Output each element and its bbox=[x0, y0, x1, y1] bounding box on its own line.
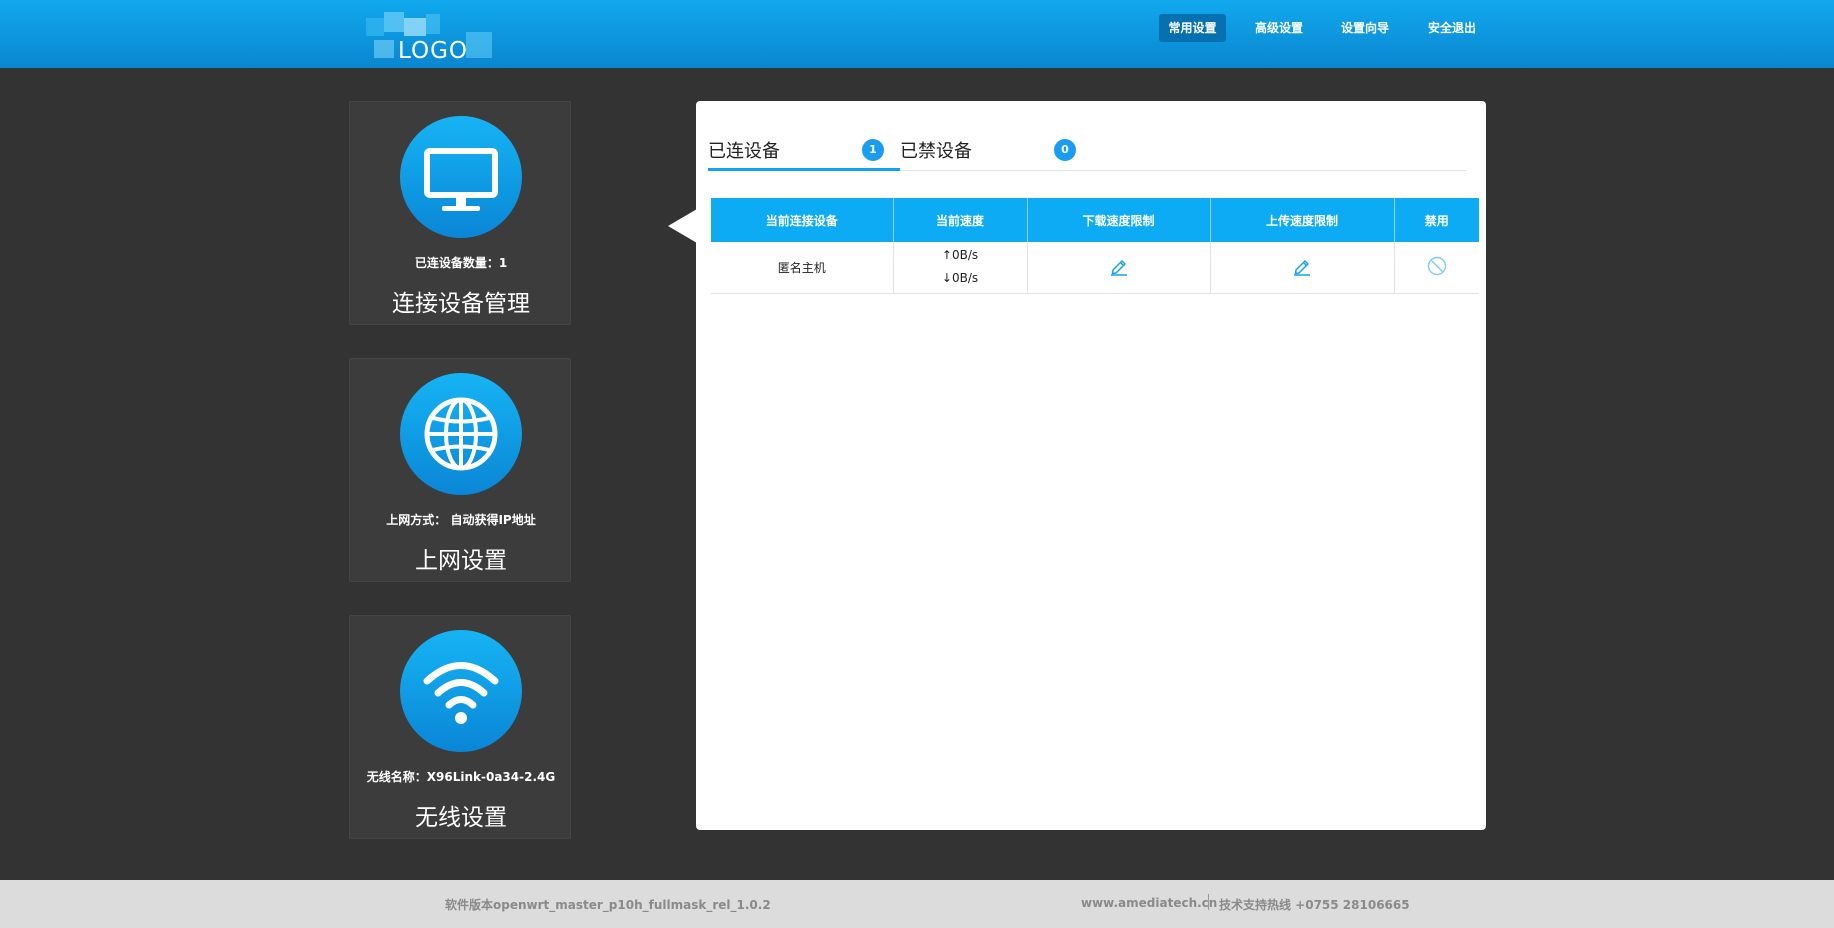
download-limit-cell bbox=[1027, 242, 1211, 294]
monitor-icon bbox=[400, 116, 522, 238]
upload-limit-cell bbox=[1210, 242, 1395, 294]
support-hotline: 技术支持热线 +0755 28106665 bbox=[1219, 898, 1410, 912]
tab-connected-label: 已连设备 bbox=[708, 141, 780, 162]
wifi-icon bbox=[400, 630, 522, 752]
connected-count-info: 已连设备数量：1 bbox=[414, 256, 508, 270]
edit-upload-limit-icon[interactable] bbox=[1292, 256, 1312, 279]
edit-download-limit-icon[interactable] bbox=[1109, 256, 1129, 279]
tab-blocked-devices[interactable]: 已禁设备 0 bbox=[900, 127, 1092, 171]
connected-count-badge: 1 bbox=[862, 139, 884, 161]
blocked-count-badge: 0 bbox=[1054, 139, 1076, 161]
col-header-disable: 禁用 bbox=[1394, 198, 1479, 242]
device-tabs: 已连设备 1 已禁设备 0 bbox=[708, 127, 1466, 171]
top-header: LOGO 常用设置 高级设置 设置向导 安全退出 bbox=[0, 0, 1834, 68]
device-panel: 已连设备 1 已禁设备 0 当前连接设备 当前速度 下载速度限制 上传速度限制 … bbox=[696, 101, 1486, 830]
col-header-download-limit: 下载速度限制 bbox=[1027, 198, 1211, 242]
card-title-device-management: 连接设备管理 bbox=[392, 291, 530, 317]
card-title-internet-settings: 上网设置 bbox=[415, 548, 507, 574]
panel-pointer-arrow bbox=[668, 209, 697, 243]
nav-setup-wizard[interactable]: 设置向导 bbox=[1332, 14, 1398, 42]
wireless-name-info: 无线名称：X96Link-0a34-2.4G bbox=[366, 770, 556, 784]
col-header-device: 当前连接设备 bbox=[711, 198, 894, 242]
nav-logout[interactable]: 安全退出 bbox=[1419, 14, 1485, 42]
globe-icon bbox=[400, 373, 522, 495]
table-row: 匿名主机 ↑0B/s ↓0B/s bbox=[711, 242, 1479, 294]
upload-speed: ↑0B/s bbox=[941, 248, 979, 263]
download-speed: ↓0B/s bbox=[941, 271, 979, 286]
speed-cell: ↑0B/s ↓0B/s bbox=[893, 242, 1028, 294]
ban-icon[interactable] bbox=[1427, 256, 1447, 279]
software-version: 软件版本openwrt_master_p10h_fullmask_rel_1.0… bbox=[445, 898, 771, 912]
device-name: 匿名主机 bbox=[711, 242, 894, 294]
card-title-wireless-settings: 无线设置 bbox=[415, 805, 507, 831]
connection-mode-info: 上网方式： 自动获得IP地址 bbox=[386, 513, 536, 527]
nav-advanced-settings[interactable]: 高级设置 bbox=[1246, 14, 1312, 42]
col-header-speed: 当前速度 bbox=[893, 198, 1028, 242]
card-internet-settings[interactable]: 上网方式： 自动获得IP地址 上网设置 bbox=[349, 358, 571, 582]
tab-blocked-label: 已禁设备 bbox=[900, 141, 972, 162]
table-header-row: 当前连接设备 当前速度 下载速度限制 上传速度限制 禁用 bbox=[711, 198, 1479, 242]
col-header-upload-limit: 上传速度限制 bbox=[1210, 198, 1395, 242]
footer: 软件版本openwrt_master_p10h_fullmask_rel_1.0… bbox=[0, 880, 1834, 928]
nav-common-settings[interactable]: 常用设置 bbox=[1159, 14, 1226, 42]
disable-cell bbox=[1394, 242, 1479, 294]
card-device-management[interactable]: 已连设备数量：1 连接设备管理 bbox=[349, 101, 571, 325]
card-wireless-settings[interactable]: 无线名称：X96Link-0a34-2.4G 无线设置 bbox=[349, 615, 571, 839]
top-nav: 常用设置 高级设置 设置向导 安全退出 bbox=[0, 14, 1834, 42]
footer-divider bbox=[1208, 894, 1209, 910]
tab-connected-devices[interactable]: 已连设备 1 bbox=[708, 127, 900, 171]
device-table: 当前连接设备 当前速度 下载速度限制 上传速度限制 禁用 匿名主机 ↑0B/s … bbox=[711, 198, 1479, 294]
website-link[interactable]: www.amediatech.cn bbox=[1081, 896, 1217, 910]
